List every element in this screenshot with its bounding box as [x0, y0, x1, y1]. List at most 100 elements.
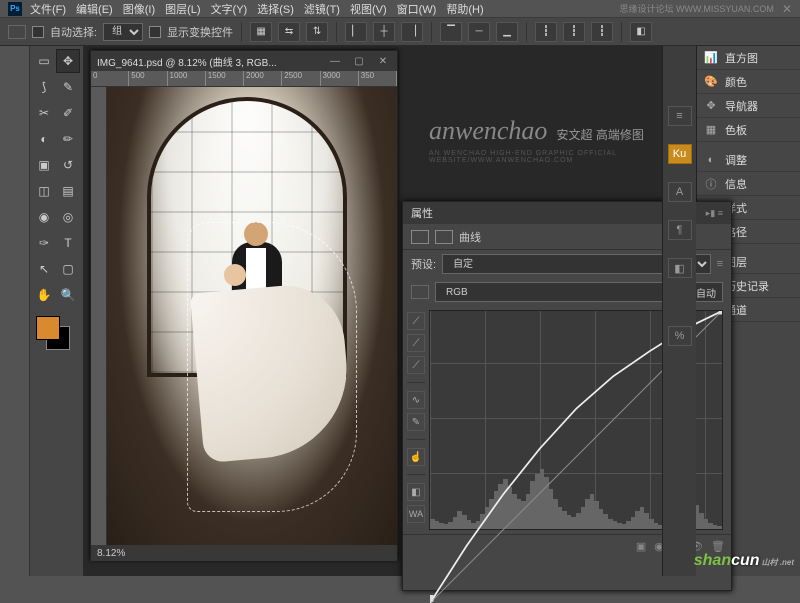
3d-mode-icon[interactable]: ◧: [630, 22, 652, 42]
auto-select-label: 自动选择:: [50, 24, 97, 40]
align-bottom-icon[interactable]: ▁: [496, 22, 518, 42]
collapsed-panel-icon[interactable]: %: [668, 326, 692, 346]
type-tool[interactable]: T: [56, 231, 80, 255]
path-select-tool[interactable]: ↖: [32, 257, 56, 281]
rect-marquee-tool[interactable]: ▭: [32, 49, 56, 73]
eyedropper-tool[interactable]: ✐: [56, 101, 80, 125]
menu-item[interactable]: 帮助(H): [446, 4, 483, 16]
clip-tool[interactable]: ◧: [407, 483, 425, 501]
healing-tool[interactable]: ◐: [32, 127, 56, 151]
shape-tool[interactable]: ▢: [56, 257, 80, 281]
blur-tool[interactable]: ◉: [32, 205, 56, 229]
vertical-ruler: [91, 87, 107, 545]
curve-point-tool[interactable]: ∿: [407, 391, 425, 409]
collapsed-panel-icon[interactable]: ≡: [668, 106, 692, 126]
menu-item[interactable]: 窗口(W): [397, 4, 437, 16]
collapsed-panel-icon[interactable]: ◧: [668, 258, 692, 278]
eyedrop-white-icon[interactable]: ⟋: [407, 356, 425, 374]
show-transform-checkbox[interactable]: [149, 26, 161, 38]
curve-pencil-tool[interactable]: ✎: [407, 413, 425, 431]
preset-menu-icon[interactable]: ≡: [717, 258, 723, 270]
menu-item[interactable]: 文字(Y): [211, 4, 248, 16]
doc-minimize-icon[interactable]: —: [327, 56, 343, 67]
options-bar: 自动选择: 组 显示变换控件 ▦ ⇆ ⇅ ▏ ┼ ▕ ▔ ─ ▁ ┇ ┇ ┇ ◧: [0, 18, 800, 46]
menu-item[interactable]: 滤镜(T): [304, 4, 340, 16]
doc-maximize-icon[interactable]: ▢: [351, 56, 367, 67]
collapsed-panel-icon[interactable]: A: [668, 182, 692, 202]
menu-item[interactable]: 选择(S): [257, 4, 294, 16]
menu-item[interactable]: 文件(F): [30, 4, 66, 16]
panel-tab[interactable]: 🎨颜色: [697, 70, 800, 94]
pen-tool[interactable]: ✑: [32, 231, 56, 255]
menu-item[interactable]: 视图(V): [350, 4, 387, 16]
collapsed-panel-icon[interactable]: ¶: [668, 220, 692, 240]
curve-tool-column: ⟋ ⟋ ⟋ ∿ ✎ ☝ ◧ WA: [403, 306, 429, 534]
align-top-icon[interactable]: ▔: [440, 22, 462, 42]
align-middle-icon[interactable]: ─: [468, 22, 490, 42]
menu-item[interactable]: 编辑(E): [76, 4, 113, 16]
align-icon[interactable]: ⇅: [306, 22, 328, 42]
align-icon[interactable]: ⇆: [278, 22, 300, 42]
curves-icon: [411, 230, 429, 244]
canvas-area: IMG_9641.psd @ 8.12% (曲线 3, RGB... — ▢ ✕…: [84, 46, 662, 576]
brand-watermark: anwenchao 安文超 高端修图 AN WENCHAO HIGH-END G…: [429, 116, 699, 196]
distribute-icon[interactable]: ┇: [591, 22, 613, 42]
gradient-tool[interactable]: ▤: [56, 179, 80, 203]
collapsed-panel-dock: ≡ Ku A ¶ ◧ %: [662, 46, 696, 576]
move-tool[interactable]: ✥: [56, 49, 80, 73]
brush-tool[interactable]: ✏: [56, 127, 80, 151]
menu-item[interactable]: 图像(I): [123, 4, 155, 16]
window-close-icon[interactable]: ✕: [782, 2, 792, 16]
eraser-tool[interactable]: ◫: [32, 179, 56, 203]
quickselect-tool[interactable]: ✎: [56, 75, 80, 99]
fg-color-swatch[interactable]: [36, 316, 60, 340]
stamp-tool[interactable]: ▣: [32, 153, 56, 177]
lasso-tool[interactable]: ⟆: [32, 75, 56, 99]
document-titlebar[interactable]: IMG_9641.psd @ 8.12% (曲线 3, RGB... — ▢ ✕: [91, 51, 397, 71]
distribute-icon[interactable]: ┇: [535, 22, 557, 42]
align-right-icon[interactable]: ▕: [401, 22, 423, 42]
document-canvas[interactable]: [107, 87, 397, 545]
document-status-bar: 8.12%: [91, 545, 397, 561]
color-swatches[interactable]: [32, 316, 80, 356]
adjustment-title: 曲线: [459, 229, 481, 245]
auto-select-mode[interactable]: 组: [103, 23, 143, 41]
collapsed-ku-icon[interactable]: Ku: [668, 144, 692, 164]
panel-tab[interactable]: ✥导航器: [697, 94, 800, 118]
align-center-icon[interactable]: ┼: [373, 22, 395, 42]
zoom-level[interactable]: 8.12%: [97, 548, 125, 559]
zoom-tool[interactable]: 🔍: [56, 283, 80, 307]
menu-bar: Ps 文件(F) 编辑(E) 图像(I) 图层(L) 文字(Y) 选择(S) 滤镜(T) 视图…: [0, 0, 800, 18]
active-tool-icon: [8, 25, 26, 39]
dodge-tool[interactable]: ◎: [56, 205, 80, 229]
doc-close-icon[interactable]: ✕: [375, 56, 391, 67]
marching-ants-selection: [187, 222, 357, 512]
frame-bar: [0, 46, 30, 576]
panel-collapse-icon[interactable]: ▸▮ ≡: [706, 208, 723, 219]
preset-label: 预设:: [411, 256, 436, 272]
eyedrop-black-icon[interactable]: ⟋: [407, 312, 425, 330]
site-watermark: shancun山村 .net: [694, 552, 794, 570]
crop-tool[interactable]: ✂: [32, 101, 56, 125]
font-icon[interactable]: WA: [407, 505, 425, 523]
auto-select-checkbox[interactable]: [32, 26, 44, 38]
photo-content: [107, 87, 397, 545]
toolbox: ▭ ✥ ⟆ ✎ ✂ ✐ ◐ ✏ ▣ ↺ ◫ ▤ ◉ ◎ ✑ T ↖ ▢ ✋ 🔍: [30, 46, 84, 576]
eyedrop-gray-icon[interactable]: ⟋: [407, 334, 425, 352]
panel-tab[interactable]: ◐调整: [697, 148, 800, 172]
app-icon: Ps: [8, 2, 22, 16]
channel-curve-icon[interactable]: [411, 285, 429, 299]
hand-tool[interactable]: ✋: [32, 283, 56, 307]
panel-tab[interactable]: 📊直方图: [697, 46, 800, 70]
menu-item[interactable]: 图层(L): [165, 4, 200, 16]
align-icon[interactable]: ▦: [250, 22, 272, 42]
mask-icon: [435, 230, 453, 244]
target-adjust-tool[interactable]: ☝: [407, 448, 425, 466]
panel-tab[interactable]: ▦色板: [697, 118, 800, 142]
align-left-icon[interactable]: ▏: [345, 22, 367, 42]
distribute-icon[interactable]: ┇: [563, 22, 585, 42]
channel-select[interactable]: RGB: [435, 282, 683, 302]
history-brush-tool[interactable]: ↺: [56, 153, 80, 177]
horizontal-ruler: 050010001500200025003000350: [91, 71, 397, 87]
panel-tab[interactable]: ⓘ信息: [697, 172, 800, 196]
